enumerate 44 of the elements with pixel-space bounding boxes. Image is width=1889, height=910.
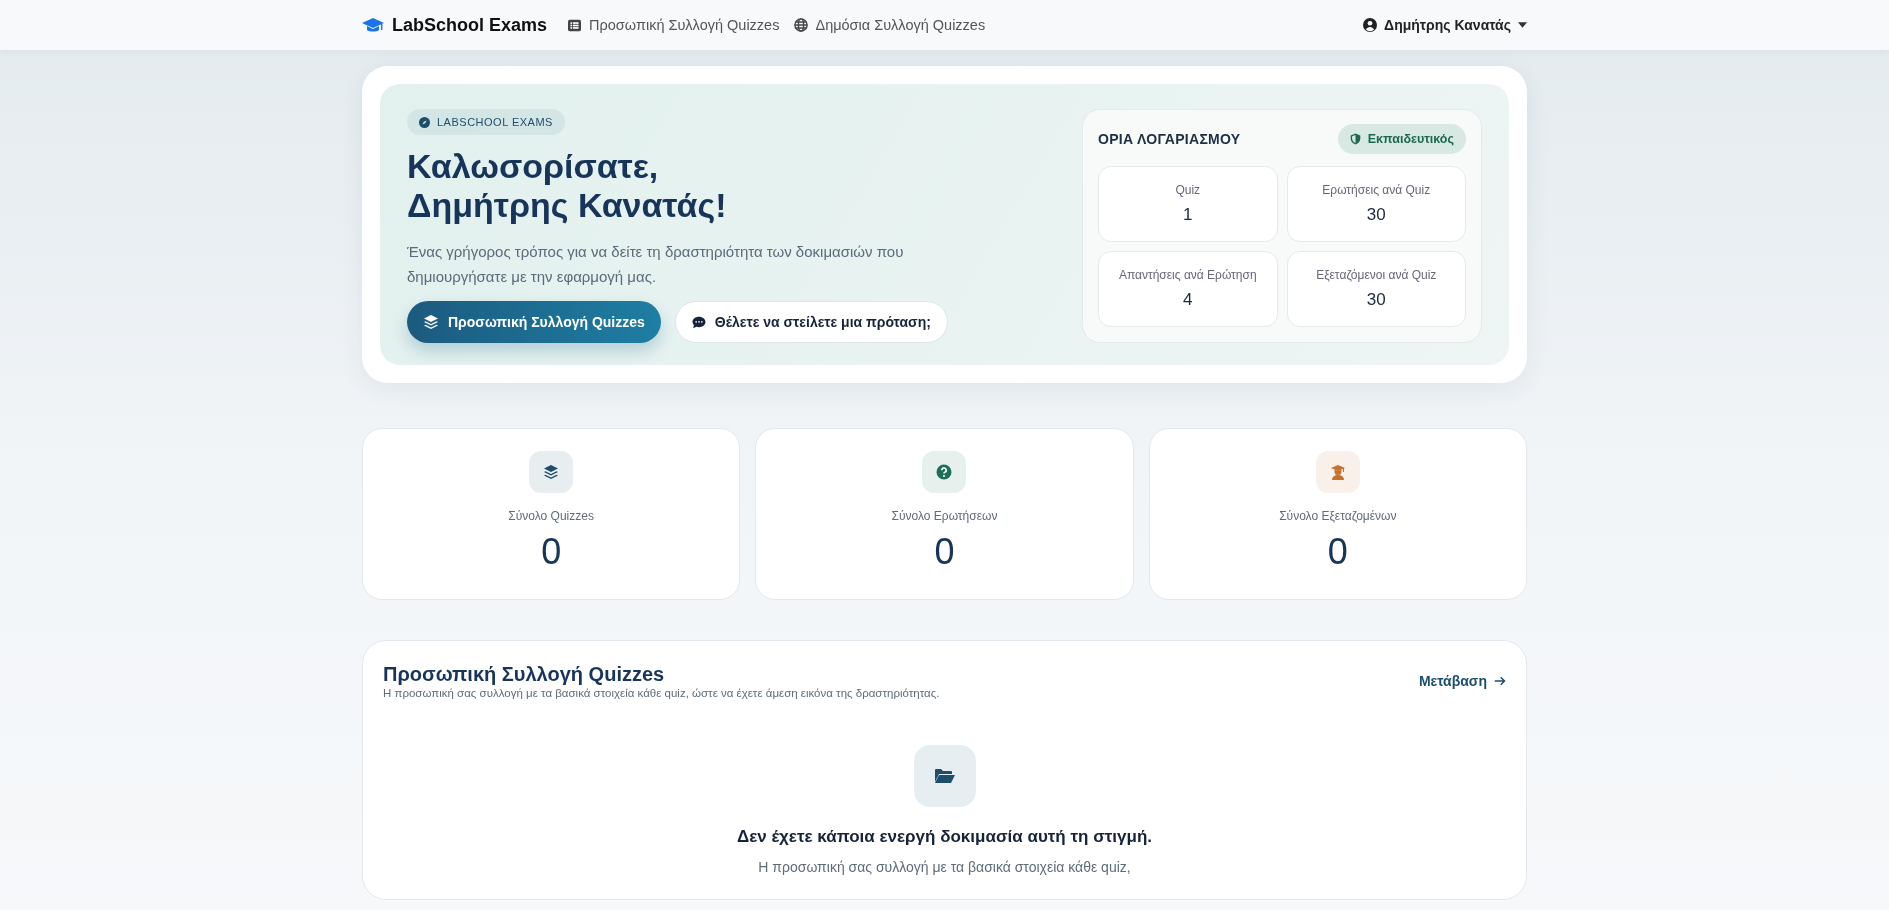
section-title: Προσωπική Συλλογή Quizzes: [383, 663, 666, 687]
section-subtitle: Η προσωπική σας συλλογή με τα βασικά στοιχεία κάθε quiz, ώστε να έχετε άμεση εικόνα της δραστηριότητας.: [383, 687, 940, 700]
graduate-icon: [1329, 464, 1346, 481]
limit-label: Quiz: [1175, 183, 1201, 197]
graduation-cap-icon: [362, 17, 384, 33]
limit-label: Απαντήσεις ανά Ερώτηση: [1118, 268, 1257, 282]
limit-value: 4: [1183, 290, 1193, 310]
stat-label: Σύνολο Ερωτήσεων: [891, 509, 998, 524]
layers-icon: [423, 314, 439, 331]
layers-icon: [543, 464, 560, 481]
speech-bubble-icon: [691, 315, 706, 329]
brand-link[interactable]: LabSchool Exams: [362, 14, 548, 36]
limit-value: 1: [1183, 205, 1193, 225]
limit-label: Ερωτήσεις ανά Quiz: [1322, 183, 1431, 197]
badge-label: LABSCHOOL EXAMS: [437, 116, 553, 128]
folder-icon: [934, 768, 955, 785]
stat-label: Σύνολο Quizzes: [508, 509, 594, 524]
shield-icon: [1349, 133, 1361, 145]
empty-text: Η προσωπική σας συλλογή με τα βασικά στοιχεία κάθε quiz,: [758, 859, 1131, 876]
go-link[interactable]: Μετάβαση: [1418, 673, 1506, 690]
stat-label: Σύνολο Εξεταζομένων: [1279, 509, 1397, 524]
compass-icon: [419, 116, 430, 128]
list-icon: [567, 18, 583, 32]
limit-value: 30: [1366, 205, 1386, 225]
user-name: Δημήτρης Κανατάς: [1384, 17, 1511, 33]
empty-title: Δεν έχετε κάποια ενεργή δοκιμασία αυτή τη στιγμή.: [736, 827, 1153, 848]
brand-name: LabSchool Exams: [392, 14, 548, 36]
limit-value: 30: [1366, 290, 1386, 310]
user-circle-icon: [1363, 18, 1378, 32]
question-icon: [936, 464, 953, 481]
limits-title: ΟΡΙΑ ΛΟΓΑΡΙΑΣΜΟΥ: [1098, 131, 1241, 147]
welcome-heading: Καλωσορίσατε, Δημήτρης Κανατάς!: [407, 147, 728, 226]
globe-icon: [794, 18, 809, 32]
stat-value: 0: [1327, 531, 1348, 574]
stat-value: 0: [934, 531, 955, 574]
arrow-right-icon: [1494, 675, 1506, 688]
suggestion-button[interactable]: Θέλετε να στείλετε μια πρόταση;: [674, 301, 948, 344]
collection-button[interactable]: Προσωπική Συλλογή Quizzes: [407, 301, 661, 344]
caret-icon: [1518, 22, 1527, 28]
stat-value: 0: [541, 531, 562, 574]
role-label: Εκπαιδευτικός: [1367, 132, 1454, 146]
limit-label: Εξεταζόμενοι ανά Quiz: [1316, 268, 1437, 282]
user-menu[interactable]: Δημήτρης Κανατάς: [1363, 17, 1527, 33]
hero-description: Ένας γρήγορος τρόπος για να δείτε τη δραστηριότητα των δοκιμασιών που δημιουργήσατε με την εφαρμογή μας.: [407, 242, 905, 288]
